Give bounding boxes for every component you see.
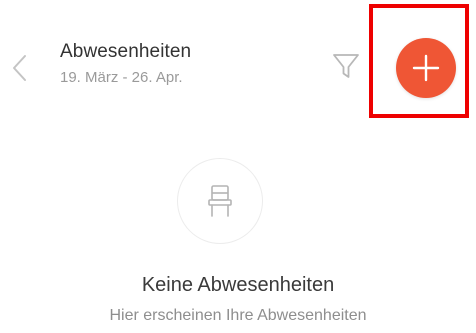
chair-icon — [208, 185, 232, 217]
page-title: Abwesenheiten — [60, 41, 192, 62]
filter-button[interactable] — [328, 48, 364, 84]
add-absence-button[interactable] — [396, 38, 456, 98]
chevron-left-icon — [13, 55, 26, 81]
absences-screen: Abwesenheiten 19. März - 26. Apr. Keine … — [0, 0, 476, 333]
back-button[interactable] — [0, 42, 40, 94]
header: Abwesenheiten 19. März - 26. Apr. — [60, 40, 191, 88]
empty-state-icon-circle — [177, 158, 263, 244]
empty-state-subtitle: Hier erscheinen Ihre Abwesenheiten — [109, 307, 367, 324]
plus-icon — [412, 54, 440, 82]
date-range: 19. März - 26. Apr. — [60, 69, 183, 86]
filter-icon — [333, 54, 359, 78]
empty-state-title: Keine Abwesenheiten — [141, 274, 335, 296]
